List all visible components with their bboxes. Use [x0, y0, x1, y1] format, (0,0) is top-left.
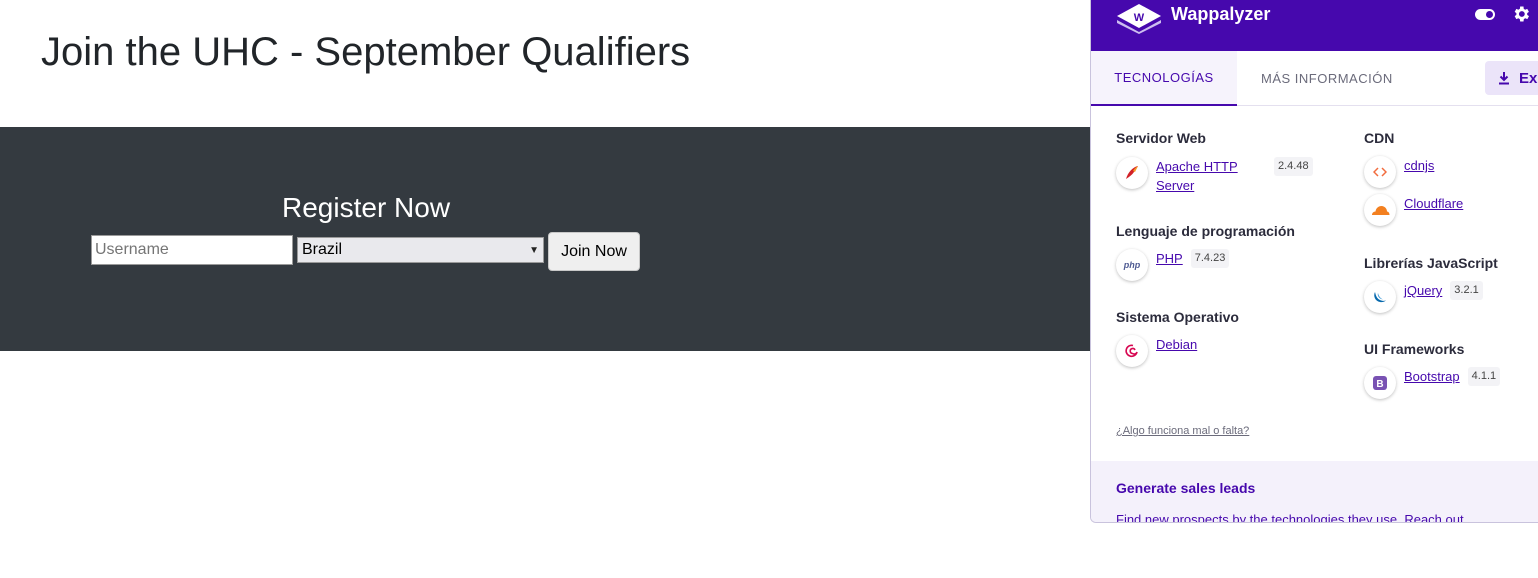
- bootstrap-icon: B: [1364, 367, 1396, 399]
- tech-bootstrap-name[interactable]: Bootstrap: [1404, 367, 1460, 386]
- jquery-icon: [1364, 281, 1396, 313]
- username-input[interactable]: [91, 235, 293, 265]
- tech-apache-name-line1: Apache HTTP: [1156, 159, 1238, 174]
- tech-apache-version: 2.4.48: [1274, 157, 1313, 176]
- export-label: Exp: [1519, 69, 1538, 87]
- category-os: Sistema Operativo: [1116, 309, 1239, 325]
- tech-cloudflare[interactable]: Cloudflare: [1364, 194, 1463, 226]
- join-now-button[interactable]: Join Now: [548, 232, 640, 271]
- wappalyzer-popup: W Wappalyzer TECNOLOGÍAS MÁS INFORMACIÓN…: [1090, 0, 1538, 523]
- wappalyzer-title: Wappalyzer: [1171, 4, 1271, 24]
- promo-section: Generate sales leads Find new prospects …: [1091, 461, 1538, 522]
- category-cdn: CDN: [1364, 130, 1395, 146]
- tech-jquery-version: 3.2.1: [1450, 281, 1483, 300]
- tech-php[interactable]: php PHP 7.4.23: [1116, 249, 1230, 281]
- debian-icon: [1116, 335, 1148, 367]
- tech-bootstrap[interactable]: B Bootstrap 4.1.1: [1364, 367, 1501, 399]
- tab-more-info[interactable]: MÁS INFORMACIÓN: [1261, 51, 1393, 106]
- cloudflare-icon: [1364, 194, 1396, 226]
- wappalyzer-tabs: TECNOLOGÍAS MÁS INFORMACIÓN Exp: [1091, 51, 1538, 106]
- category-js-libs: Librerías JavaScript: [1364, 255, 1498, 271]
- category-web-server: Servidor Web: [1116, 130, 1206, 146]
- tech-jquery-name[interactable]: jQuery: [1404, 281, 1442, 300]
- country-select-value: Brazil: [302, 241, 343, 258]
- gear-icon[interactable]: [1511, 4, 1531, 24]
- register-heading: Register Now: [282, 192, 451, 223]
- tech-cloudflare-name[interactable]: Cloudflare: [1404, 194, 1463, 213]
- php-icon: php: [1116, 249, 1148, 281]
- report-issue-link[interactable]: ¿Algo funciona mal o falta?: [1116, 425, 1249, 437]
- tech-debian-name[interactable]: Debian: [1156, 335, 1197, 354]
- category-ui-frameworks: UI Frameworks: [1364, 341, 1465, 357]
- cdnjs-icon: [1364, 156, 1396, 188]
- toggle-icon[interactable]: [1475, 9, 1495, 20]
- tech-jquery[interactable]: jQuery 3.2.1: [1364, 281, 1483, 313]
- tech-php-name[interactable]: PHP: [1156, 249, 1183, 268]
- wappalyzer-logo-icon: W: [1117, 4, 1161, 34]
- tech-debian[interactable]: Debian: [1116, 335, 1197, 367]
- chevron-down-icon: ▼: [529, 244, 539, 256]
- promo-text[interactable]: Find new prospects by the technologies t…: [1116, 512, 1464, 522]
- tech-php-version: 7.4.23: [1190, 249, 1230, 268]
- tech-cdnjs-name[interactable]: cdnjs: [1404, 156, 1434, 175]
- export-button[interactable]: Exp: [1485, 61, 1538, 95]
- download-icon: [1499, 72, 1509, 85]
- apache-icon: [1116, 157, 1148, 189]
- promo-title: Generate sales leads: [1116, 480, 1256, 496]
- wappalyzer-header: W Wappalyzer: [1091, 0, 1538, 51]
- svg-text:W: W: [1134, 12, 1145, 24]
- tech-apache-name[interactable]: Apache HTTP Server: [1156, 157, 1266, 195]
- category-programming: Lenguaje de programación: [1116, 223, 1295, 239]
- tech-apache[interactable]: Apache HTTP Server 2.4.48: [1116, 157, 1313, 195]
- tech-bootstrap-version: 4.1.1: [1467, 367, 1501, 386]
- svg-text:B: B: [1376, 379, 1383, 390]
- tech-cdnjs[interactable]: cdnjs: [1364, 156, 1434, 188]
- country-select[interactable]: Brazil ▼: [297, 237, 544, 263]
- tab-technologies[interactable]: TECNOLOGÍAS: [1091, 51, 1237, 106]
- page-title: Join the UHC - September Qualifiers: [41, 30, 691, 74]
- tech-apache-name-line2: Server: [1156, 178, 1195, 193]
